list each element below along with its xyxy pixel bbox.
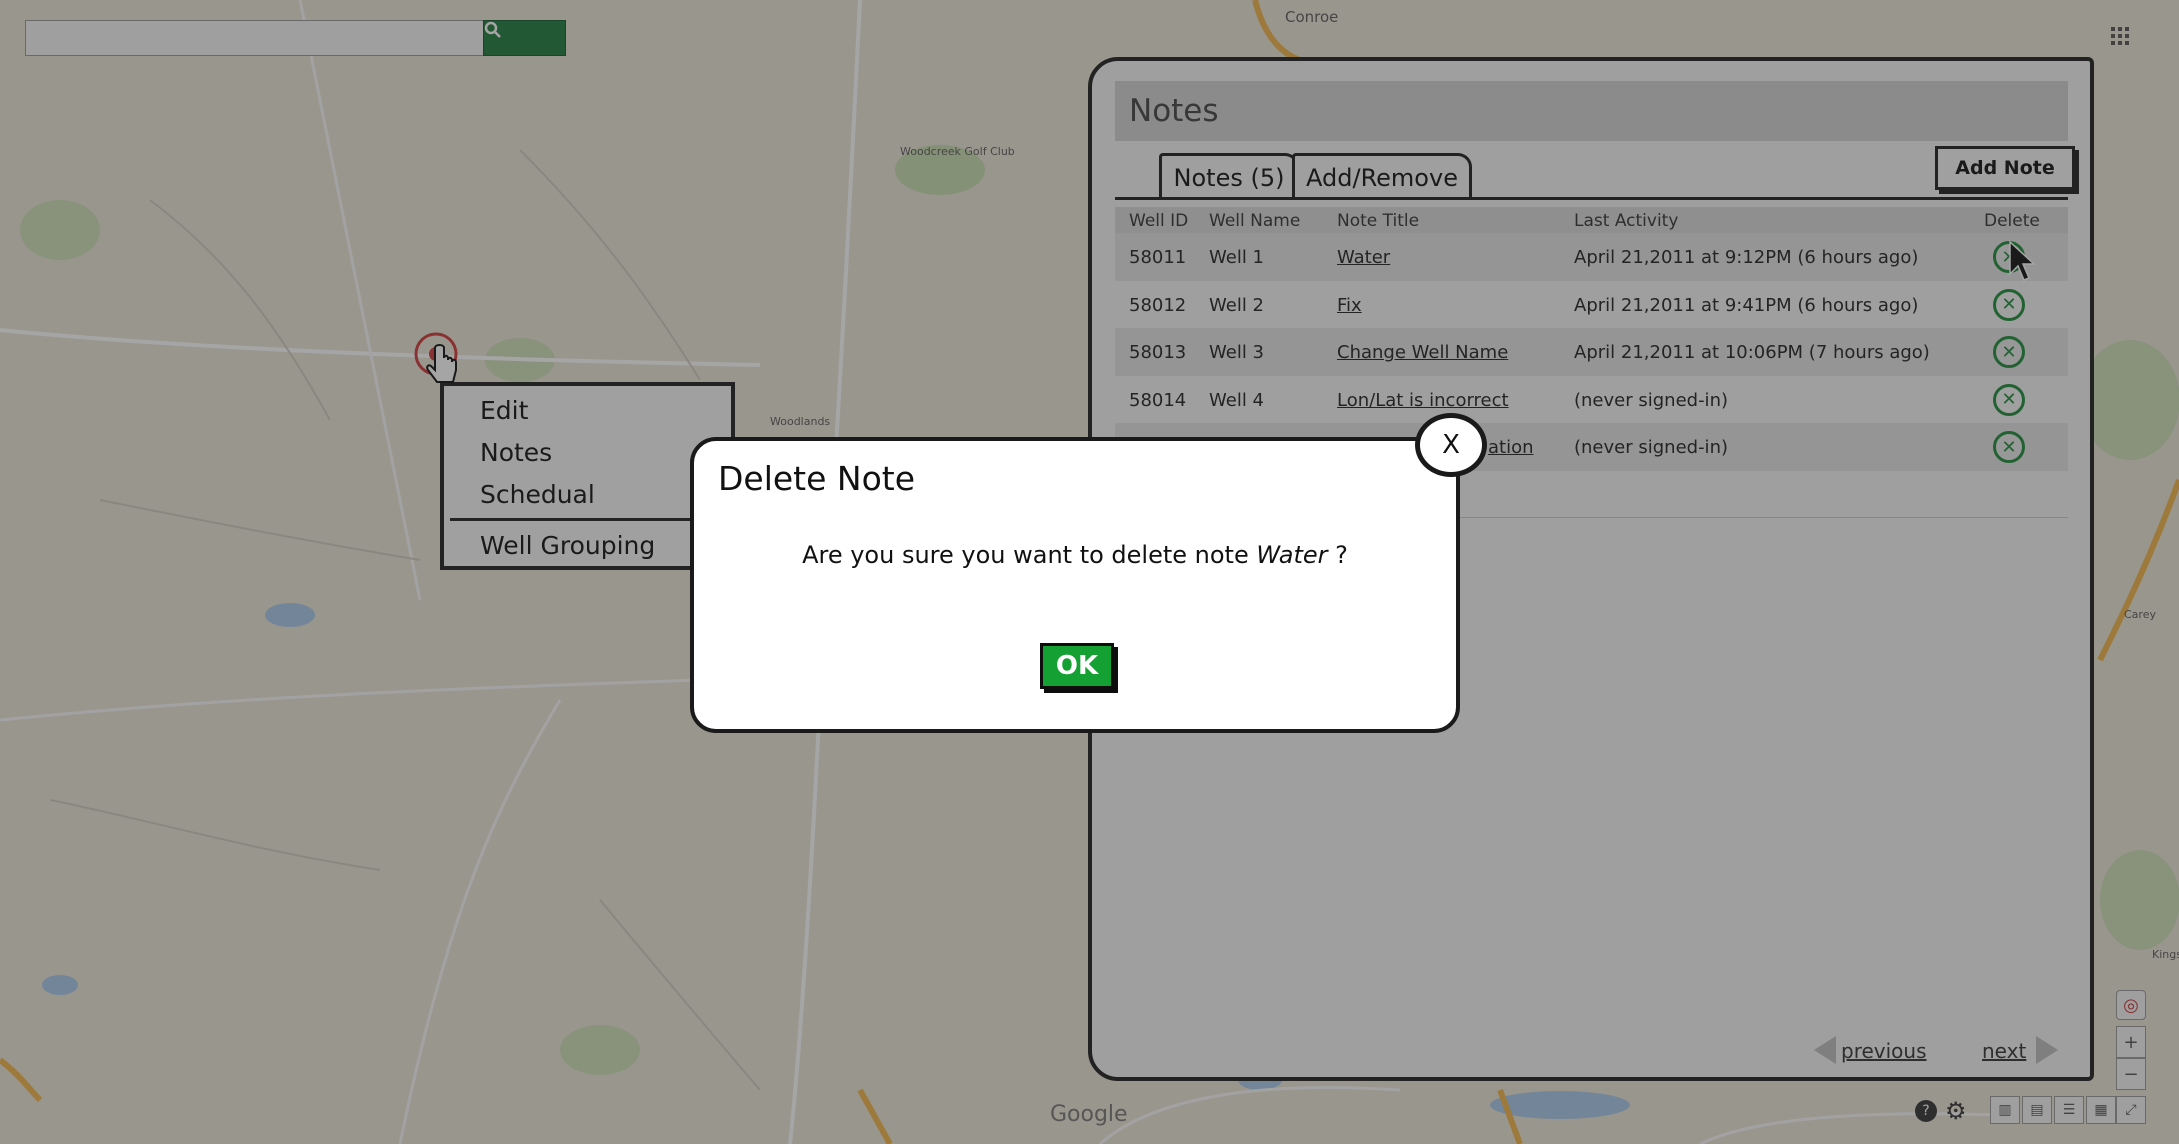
close-button[interactable]: X	[1415, 413, 1487, 477]
cell-last-activity: April 21,2011 at 9:12PM (6 hours ago)	[1574, 247, 1919, 268]
column-header-well-name: Well Name	[1209, 211, 1301, 231]
dialog-message-suffix: ?	[1327, 541, 1348, 569]
ok-button[interactable]: OK	[1040, 643, 1114, 689]
help-icon[interactable]: ?	[1915, 1100, 1937, 1122]
cell-well-name: Well 3	[1209, 342, 1264, 363]
search-input[interactable]	[25, 20, 485, 56]
notes-title: Notes	[1129, 93, 1219, 129]
delete-icon[interactable]: ✕	[1993, 431, 2025, 463]
dialog-note-name: Water	[1256, 541, 1328, 569]
hand-cursor-icon	[426, 344, 457, 383]
map-label-carey: Carey	[2124, 608, 2156, 621]
cell-well-name: Well 2	[1209, 294, 1264, 316]
menu-item-well-grouping[interactable]: Well Grouping	[480, 531, 655, 560]
previous-arrow-icon[interactable]	[1814, 1036, 1836, 1064]
column-header-note-title: Note Title	[1337, 211, 1420, 231]
cell-well-id: 58012	[1129, 294, 1187, 316]
list-view-icon[interactable]: ☰	[2054, 1096, 2084, 1124]
cell-note-title-link[interactable]: ation	[1488, 437, 1534, 458]
column-header-well-id: Well ID	[1129, 211, 1189, 231]
chart-view-icon[interactable]: ▥	[1990, 1096, 2020, 1124]
cell-well-name: Well 1	[1209, 247, 1264, 268]
menu-item-schedual[interactable]: Schedual	[480, 480, 595, 509]
cell-last-activity: April 21,2011 at 9:41PM (6 hours ago)	[1574, 294, 1919, 316]
apps-grid-icon[interactable]	[2110, 26, 2130, 46]
street-view-icon[interactable]: ◎	[2116, 990, 2146, 1020]
cell-note-title-link[interactable]: Lon/Lat is incorrect	[1337, 390, 1509, 411]
menu-divider	[450, 518, 731, 521]
zoom-out-button[interactable]: −	[2116, 1058, 2146, 1090]
cell-note-title-link[interactable]: Water	[1337, 247, 1390, 268]
cell-well-id: 58013	[1129, 342, 1187, 363]
table-header-row: Well ID Well Name Note Title Last Activi…	[1115, 207, 2068, 233]
table-row[interactable]: 58014 Well 4 Lon/Lat is incorrect (never…	[1115, 376, 2068, 424]
bar-chart-icon[interactable]: ▤	[2022, 1096, 2052, 1124]
delete-icon[interactable]: ✕	[1993, 336, 2025, 368]
menu-item-edit[interactable]: Edit	[480, 396, 528, 425]
cell-last-activity: April 21,2011 at 10:06PM (7 hours ago)	[1574, 342, 1930, 363]
column-header-delete: Delete	[1984, 211, 2040, 231]
table-row[interactable]: 58012 Well 2 Fix April 21,2011 at 9:41PM…	[1115, 281, 2068, 329]
notes-header: Notes	[1115, 81, 2068, 141]
search-button[interactable]	[483, 20, 566, 56]
dialog-message-prefix: Are you sure you want to delete note	[802, 541, 1257, 569]
cell-well-id: 58014	[1129, 389, 1187, 411]
cell-last-activity: (never signed-in)	[1574, 389, 1728, 411]
dialog-message: Are you sure you want to delete note Wat…	[694, 541, 1456, 569]
cell-last-activity: (never signed-in)	[1574, 437, 1728, 458]
delete-icon[interactable]: ✕	[1993, 383, 2025, 416]
column-header-last-activity: Last Activity	[1574, 211, 1679, 231]
delete-note-dialog: Delete Note Are you sure you want to del…	[690, 413, 1487, 733]
zoom-in-button[interactable]: +	[2116, 1026, 2146, 1058]
add-note-button[interactable]: Add Note	[1935, 146, 2075, 190]
gear-icon[interactable]: ⚙	[1945, 1098, 1971, 1124]
table-row[interactable]: 58011 Well 1 Water April 21,2011 at 9:12…	[1115, 233, 2068, 281]
table-row[interactable]: 58013 Well 3 Change Well Name April 21,2…	[1115, 328, 2068, 376]
cell-note-title-link[interactable]: Change Well Name	[1337, 342, 1508, 363]
tab-add-remove[interactable]: Add/Remove	[1292, 153, 1472, 199]
arrow-cursor-icon	[2009, 240, 2036, 281]
notes-table: Well ID Well Name Note Title Last Activi…	[1115, 207, 2068, 471]
previous-link[interactable]: previous	[1841, 1039, 1927, 1063]
tab-notes[interactable]: Notes (5)	[1159, 153, 1299, 199]
map-label-golf: Woodcreek Golf Club	[900, 145, 1015, 158]
map-label-kings: Kings	[2152, 948, 2179, 961]
next-link[interactable]: next	[1982, 1039, 2026, 1063]
cell-note-title-link[interactable]: Fix	[1337, 295, 1362, 316]
next-arrow-icon[interactable]	[2036, 1036, 2058, 1064]
dialog-title: Delete Note	[718, 459, 916, 498]
map-label-city: Conroe	[1285, 8, 1339, 26]
delete-icon[interactable]: ✕	[1993, 288, 2025, 321]
cell-well-name: Well 4	[1209, 389, 1264, 411]
google-logo: Google	[1050, 1102, 1128, 1127]
map-label-woodlands: Woodlands	[770, 415, 831, 428]
fullscreen-button[interactable]: ⤢	[2116, 1096, 2146, 1124]
cell-well-id: 58011	[1129, 247, 1187, 268]
grid-view-icon[interactable]: ▦	[2086, 1096, 2116, 1124]
menu-item-notes[interactable]: Notes	[480, 438, 552, 467]
tab-underline	[1115, 197, 2068, 200]
search-icon	[484, 21, 501, 38]
